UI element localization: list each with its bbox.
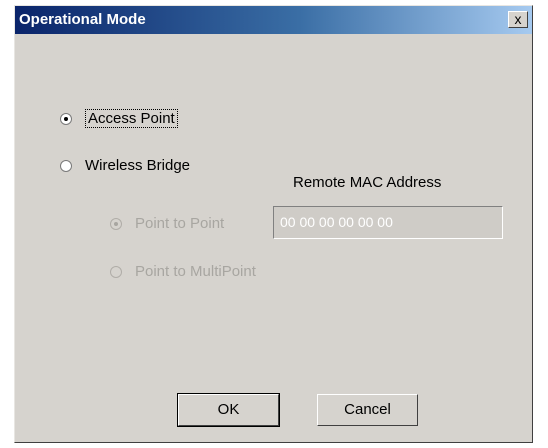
radio-icon [60, 159, 72, 172]
cancel-button[interactable]: Cancel [317, 394, 418, 426]
radio-icon [60, 112, 72, 125]
point-to-multipoint-radio[interactable]: Point to MultiPoint [110, 263, 256, 280]
mac-address-value: 00 00 00 00 00 00 [280, 214, 393, 230]
operational-mode-dialog: Operational Mode x Access Point Wireless… [14, 5, 533, 443]
point-to-point-label: Point to Point [135, 215, 225, 232]
dialog-title: Operational Mode [19, 11, 146, 28]
ok-button[interactable]: OK [177, 393, 280, 427]
remote-mac-address-label: Remote MAC Address [293, 174, 442, 191]
close-button[interactable]: x [508, 11, 528, 28]
point-to-multipoint-label: Point to MultiPoint [135, 263, 256, 280]
remote-mac-address-field[interactable]: 00 00 00 00 00 00 [273, 206, 503, 239]
radio-icon [110, 217, 122, 230]
radio-selected-dot [114, 221, 118, 226]
radio-selected-dot [64, 116, 68, 121]
cancel-button-label: Cancel [344, 401, 391, 418]
wireless-bridge-label: Wireless Bridge [85, 157, 191, 174]
access-point-label: Access Point [85, 109, 178, 128]
access-point-radio[interactable]: Access Point [60, 109, 178, 128]
wireless-bridge-radio[interactable]: Wireless Bridge [60, 157, 190, 174]
point-to-point-radio[interactable]: Point to Point [110, 215, 224, 232]
ok-button-label: OK [217, 401, 240, 418]
title-bar[interactable]: Operational Mode x [15, 6, 532, 34]
close-icon: x [514, 11, 522, 27]
radio-icon [110, 265, 122, 278]
